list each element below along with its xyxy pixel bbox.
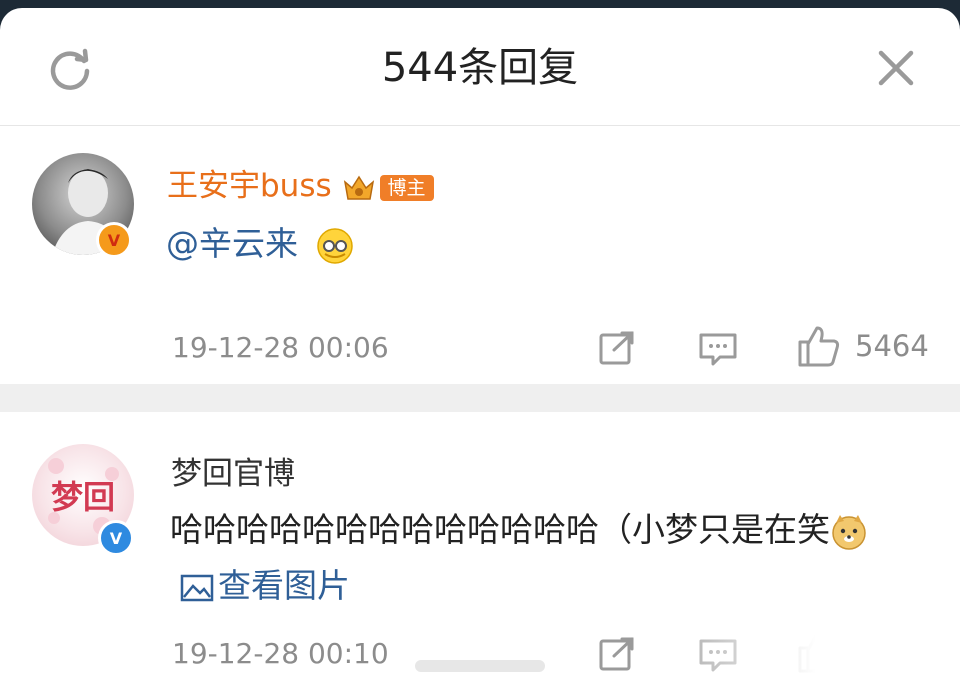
reply-button[interactable] <box>698 332 738 368</box>
like-count: 5464 <box>855 329 929 363</box>
like-button[interactable]: 5464 <box>797 324 929 368</box>
sheet-header: 544条回复 <box>0 8 960 126</box>
close-icon <box>878 50 914 86</box>
comment-author[interactable]: 王安宇buss 博主 <box>167 166 434 206</box>
comment-text: @辛云来 <box>166 216 355 272</box>
thumbs-up-icon <box>798 326 840 367</box>
close-button[interactable] <box>866 38 926 98</box>
section-divider <box>0 384 960 412</box>
image-icon <box>180 574 214 601</box>
crown-icon <box>343 175 374 200</box>
comment-text: 哈哈哈哈哈哈哈哈哈哈哈哈哈（小梦只是在笑 查看图片 <box>170 502 900 614</box>
blogger-badge: 博主 <box>379 174 434 201</box>
repost-icon <box>599 637 634 671</box>
comment-time: 19-12-28 00:06 <box>172 331 389 364</box>
covering-face-emoji-icon <box>316 227 353 264</box>
comment-icon <box>699 333 737 366</box>
comment-text-content: 哈哈哈哈哈哈哈哈哈哈哈哈哈（小梦只是在笑 <box>170 510 830 549</box>
repost-button[interactable] <box>598 636 636 672</box>
repost-button[interactable] <box>598 330 636 366</box>
comment-author[interactable]: 梦回官博 <box>171 454 295 494</box>
doge-emoji-icon <box>832 514 866 550</box>
page-title: 544条回复 <box>381 45 579 91</box>
watermark-fade <box>640 618 960 695</box>
comment-item: 梦回 V 梦回官博 哈哈哈哈哈哈哈哈哈哈哈哈哈（小梦只是在笑 查看图片 19-1… <box>0 412 960 695</box>
username-label: 王安宇buss <box>167 168 332 204</box>
mention-link[interactable]: @辛云来 <box>166 224 298 263</box>
repost-icon <box>599 331 634 365</box>
comment-time: 19-12-28 00:10 <box>172 637 389 670</box>
verified-badge-icon: V <box>96 222 132 258</box>
scroll-handle <box>415 660 545 672</box>
replies-sheet: 544条回复 V 王安宇buss 博主 @辛云来 19-12-28 00:06 … <box>0 8 960 695</box>
verified-badge-icon: V <box>98 520 134 556</box>
comment-item: V 王安宇buss 博主 @辛云来 19-12-28 00:06 5464 <box>0 126 960 384</box>
avatar-text: 梦回 <box>51 478 115 516</box>
view-image-label: 查看图片 <box>218 566 350 605</box>
username-label: 梦回官博 <box>171 456 295 492</box>
view-image-link[interactable]: 查看图片 <box>180 566 350 605</box>
